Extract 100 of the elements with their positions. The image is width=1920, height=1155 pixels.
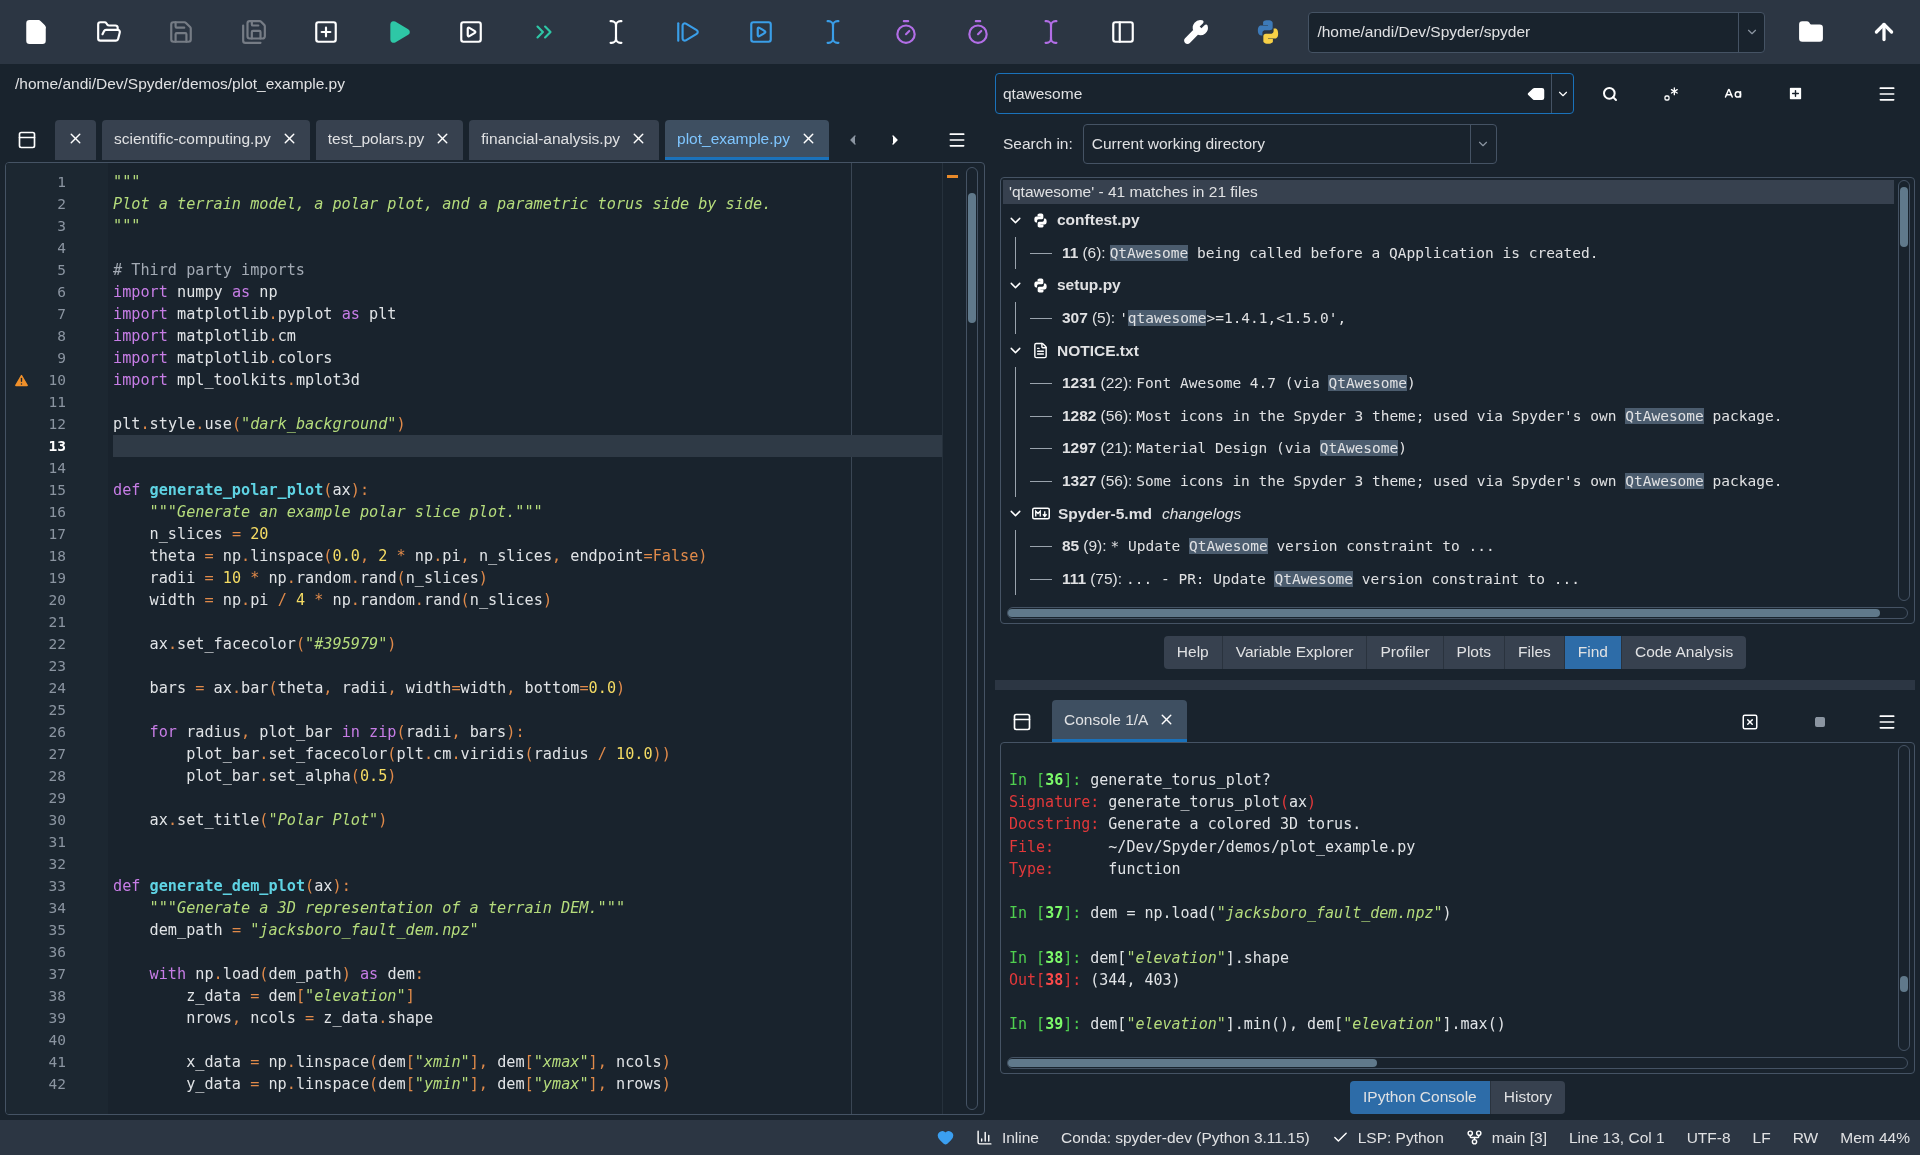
warning-icon[interactable] [12, 371, 30, 389]
browse-tabs-icon[interactable] [1012, 712, 1032, 732]
code-line: width = np.pi / 4 * np.random.rand(n_slices) [148, 590, 554, 611]
line-number: 26 [47, 724, 66, 740]
line-number: 9 [56, 350, 66, 366]
line-number: 23 [47, 658, 66, 674]
search-result[interactable]: 1231 (22): Font Awesome 4.7 (via QtAwesome) [1016, 366, 1894, 400]
pane-tab[interactable]: Plots [1443, 635, 1506, 669]
line-number: 16 [47, 504, 66, 520]
console-tab[interactable]: Console 1/A [1052, 700, 1188, 742]
pane-tab[interactable]: Variable Explorer [1222, 635, 1368, 669]
line-number: 4 [56, 240, 66, 256]
line-number: 10 [47, 372, 66, 388]
pane-tab[interactable]: Files [1505, 635, 1565, 669]
stop-icon[interactable] [1814, 716, 1826, 728]
line-number: 18 [47, 548, 66, 564]
code-line: import matplotlib.cm [113, 326, 297, 347]
line-number: 24 [47, 680, 66, 696]
python-file-icon [1032, 277, 1049, 294]
square-play-icon[interactable] [458, 19, 485, 45]
code-line: import matplotlib.pyplot as plt [113, 304, 398, 325]
line-number: 12 [47, 416, 66, 432]
pane-tab[interactable]: Find [1564, 635, 1622, 669]
search-result[interactable]: 11 (6): QtAwesome being called before a QApplication is created. [1016, 236, 1894, 270]
result-file[interactable]: Spyder-5.md changelogs [1003, 497, 1894, 530]
line-number: 37 [47, 966, 66, 982]
status-text: Mem 44% [1840, 1128, 1910, 1147]
pane-tab[interactable]: Profiler [1367, 635, 1444, 669]
search-result[interactable]: 1297 (21): Material Design (via QtAwesome) [1016, 432, 1894, 465]
line-number: 7 [56, 306, 66, 322]
regex-icon[interactable] [1663, 85, 1679, 102]
bar-chart-icon [975, 1129, 993, 1146]
search-result[interactable]: 1282 (56): Most icons in the Spyder 3 theme; used via Spyder's own QtAwesome package. [1016, 399, 1894, 433]
close-console-icon[interactable] [1741, 713, 1759, 731]
editor-tab[interactable]: plot_example.py [665, 120, 829, 160]
console-line: In [39]: dem["elevation"].min(), dem["elevation"].max() [1009, 1014, 1507, 1036]
code-line: # Third party imports [113, 260, 307, 281]
pane-tab[interactable]: History [1490, 1080, 1565, 1114]
result-file[interactable]: NOTICE.txt [1003, 334, 1894, 367]
line-number: 34 [47, 900, 66, 916]
line-number: 6 [56, 284, 66, 300]
step-forward-icon[interactable] [675, 19, 702, 45]
panel-icon[interactable] [1110, 19, 1137, 45]
code-line: nrows, ncols = z_data.shape [185, 1008, 435, 1029]
line-number: 40 [47, 1032, 66, 1048]
search-in-label: Search in: [1003, 135, 1073, 153]
result-file[interactable]: conftest.py [1003, 204, 1894, 237]
editor-tab[interactable]: scientific-computing.py [102, 120, 310, 160]
console-line: Type: function [1009, 858, 1182, 880]
heart-icon[interactable] [936, 1129, 954, 1146]
search-result[interactable]: 111 (75): ... - PR: Update QtAwesome version constraint to ... [1016, 562, 1894, 596]
line-number: 21 [47, 614, 66, 630]
console-line: Docstring: Generate a colored 3D torus. [1009, 814, 1363, 836]
line-number: 8 [56, 328, 66, 344]
editor-tab[interactable]: test_polars.py [315, 120, 464, 160]
pane-tab[interactable]: Code Analysis [1621, 635, 1747, 669]
status-text: main [3] [1491, 1128, 1547, 1147]
results-summary: 'qtawesome' - 41 matches in 21 files [1003, 180, 1894, 204]
code-line: radii = 10 * np.random.rand(n_slices) [148, 568, 489, 589]
editor-tab[interactable]: financial-analysis.py [469, 120, 659, 160]
code-line: y_data = np.linspace(dem["ymin"], dem["ymax"], nrows) [185, 1074, 672, 1095]
search-result[interactable]: 307 (5): 'qtawesome>=1.4.1,<1.5.0', [1016, 301, 1894, 335]
line-number: 42 [47, 1076, 66, 1092]
line-number: 27 [47, 746, 66, 762]
line-number: 29 [47, 790, 66, 806]
wrench-icon[interactable] [1182, 19, 1209, 45]
line-number: 36 [47, 944, 66, 960]
line-number: 20 [47, 592, 66, 608]
pane-tab[interactable]: Help [1163, 635, 1223, 669]
editor-tab[interactable] [55, 120, 96, 160]
browse-tabs-icon[interactable] [17, 130, 37, 150]
search-result[interactable]: 85 (9): * Update QtAwesome version constraint to ... [1016, 529, 1894, 563]
square-plus-icon[interactable] [313, 19, 340, 45]
menu-icon[interactable] [1877, 712, 1897, 732]
square-plus-icon[interactable] [1786, 85, 1804, 102]
line-number: 38 [47, 988, 66, 1004]
code-line: bars = ax.bar(theta, radii, width=width, bottom=0.0) [148, 678, 627, 699]
search-icon[interactable] [1602, 85, 1618, 102]
console-line: File: ~/Dev/Spyder/demos/plot_example.py [1009, 836, 1417, 858]
line-number: 1 [56, 174, 66, 190]
open-folder-icon[interactable] [95, 19, 122, 45]
pane-tab[interactable]: IPython Console [1350, 1080, 1491, 1114]
line-number: 28 [47, 768, 66, 784]
console-line: Signature: generate_torus_plot(ax) [1009, 792, 1318, 814]
text-file-icon [1032, 342, 1049, 360]
folder-icon[interactable] [1798, 19, 1825, 45]
line-number: 41 [47, 1054, 66, 1070]
python-file-icon [1032, 211, 1049, 229]
code-editor[interactable] [5, 162, 985, 1115]
search-location-combobox[interactable]: Current working directory [1082, 124, 1497, 164]
line-number: 25 [47, 702, 66, 718]
code-line: def generate_dem_plot(ax): [113, 876, 352, 897]
code-line: """ [113, 172, 142, 193]
menu-icon[interactable] [947, 130, 967, 150]
status-text: UTF-8 [1686, 1128, 1731, 1147]
code-line: ax.set_facecolor("#395979") [148, 634, 398, 655]
result-file[interactable]: setup.py [1003, 269, 1894, 302]
code-line: plot_bar.set_facecolor(plt.cm.viridis(radius / 10.0)) [185, 744, 672, 765]
search-result[interactable]: 1327 (56): Some icons in the Spyder 3 theme; used via Spyder's own QtAwesome package. [1016, 464, 1894, 498]
code-line: z_data = dem["elevation"] [185, 986, 416, 1007]
